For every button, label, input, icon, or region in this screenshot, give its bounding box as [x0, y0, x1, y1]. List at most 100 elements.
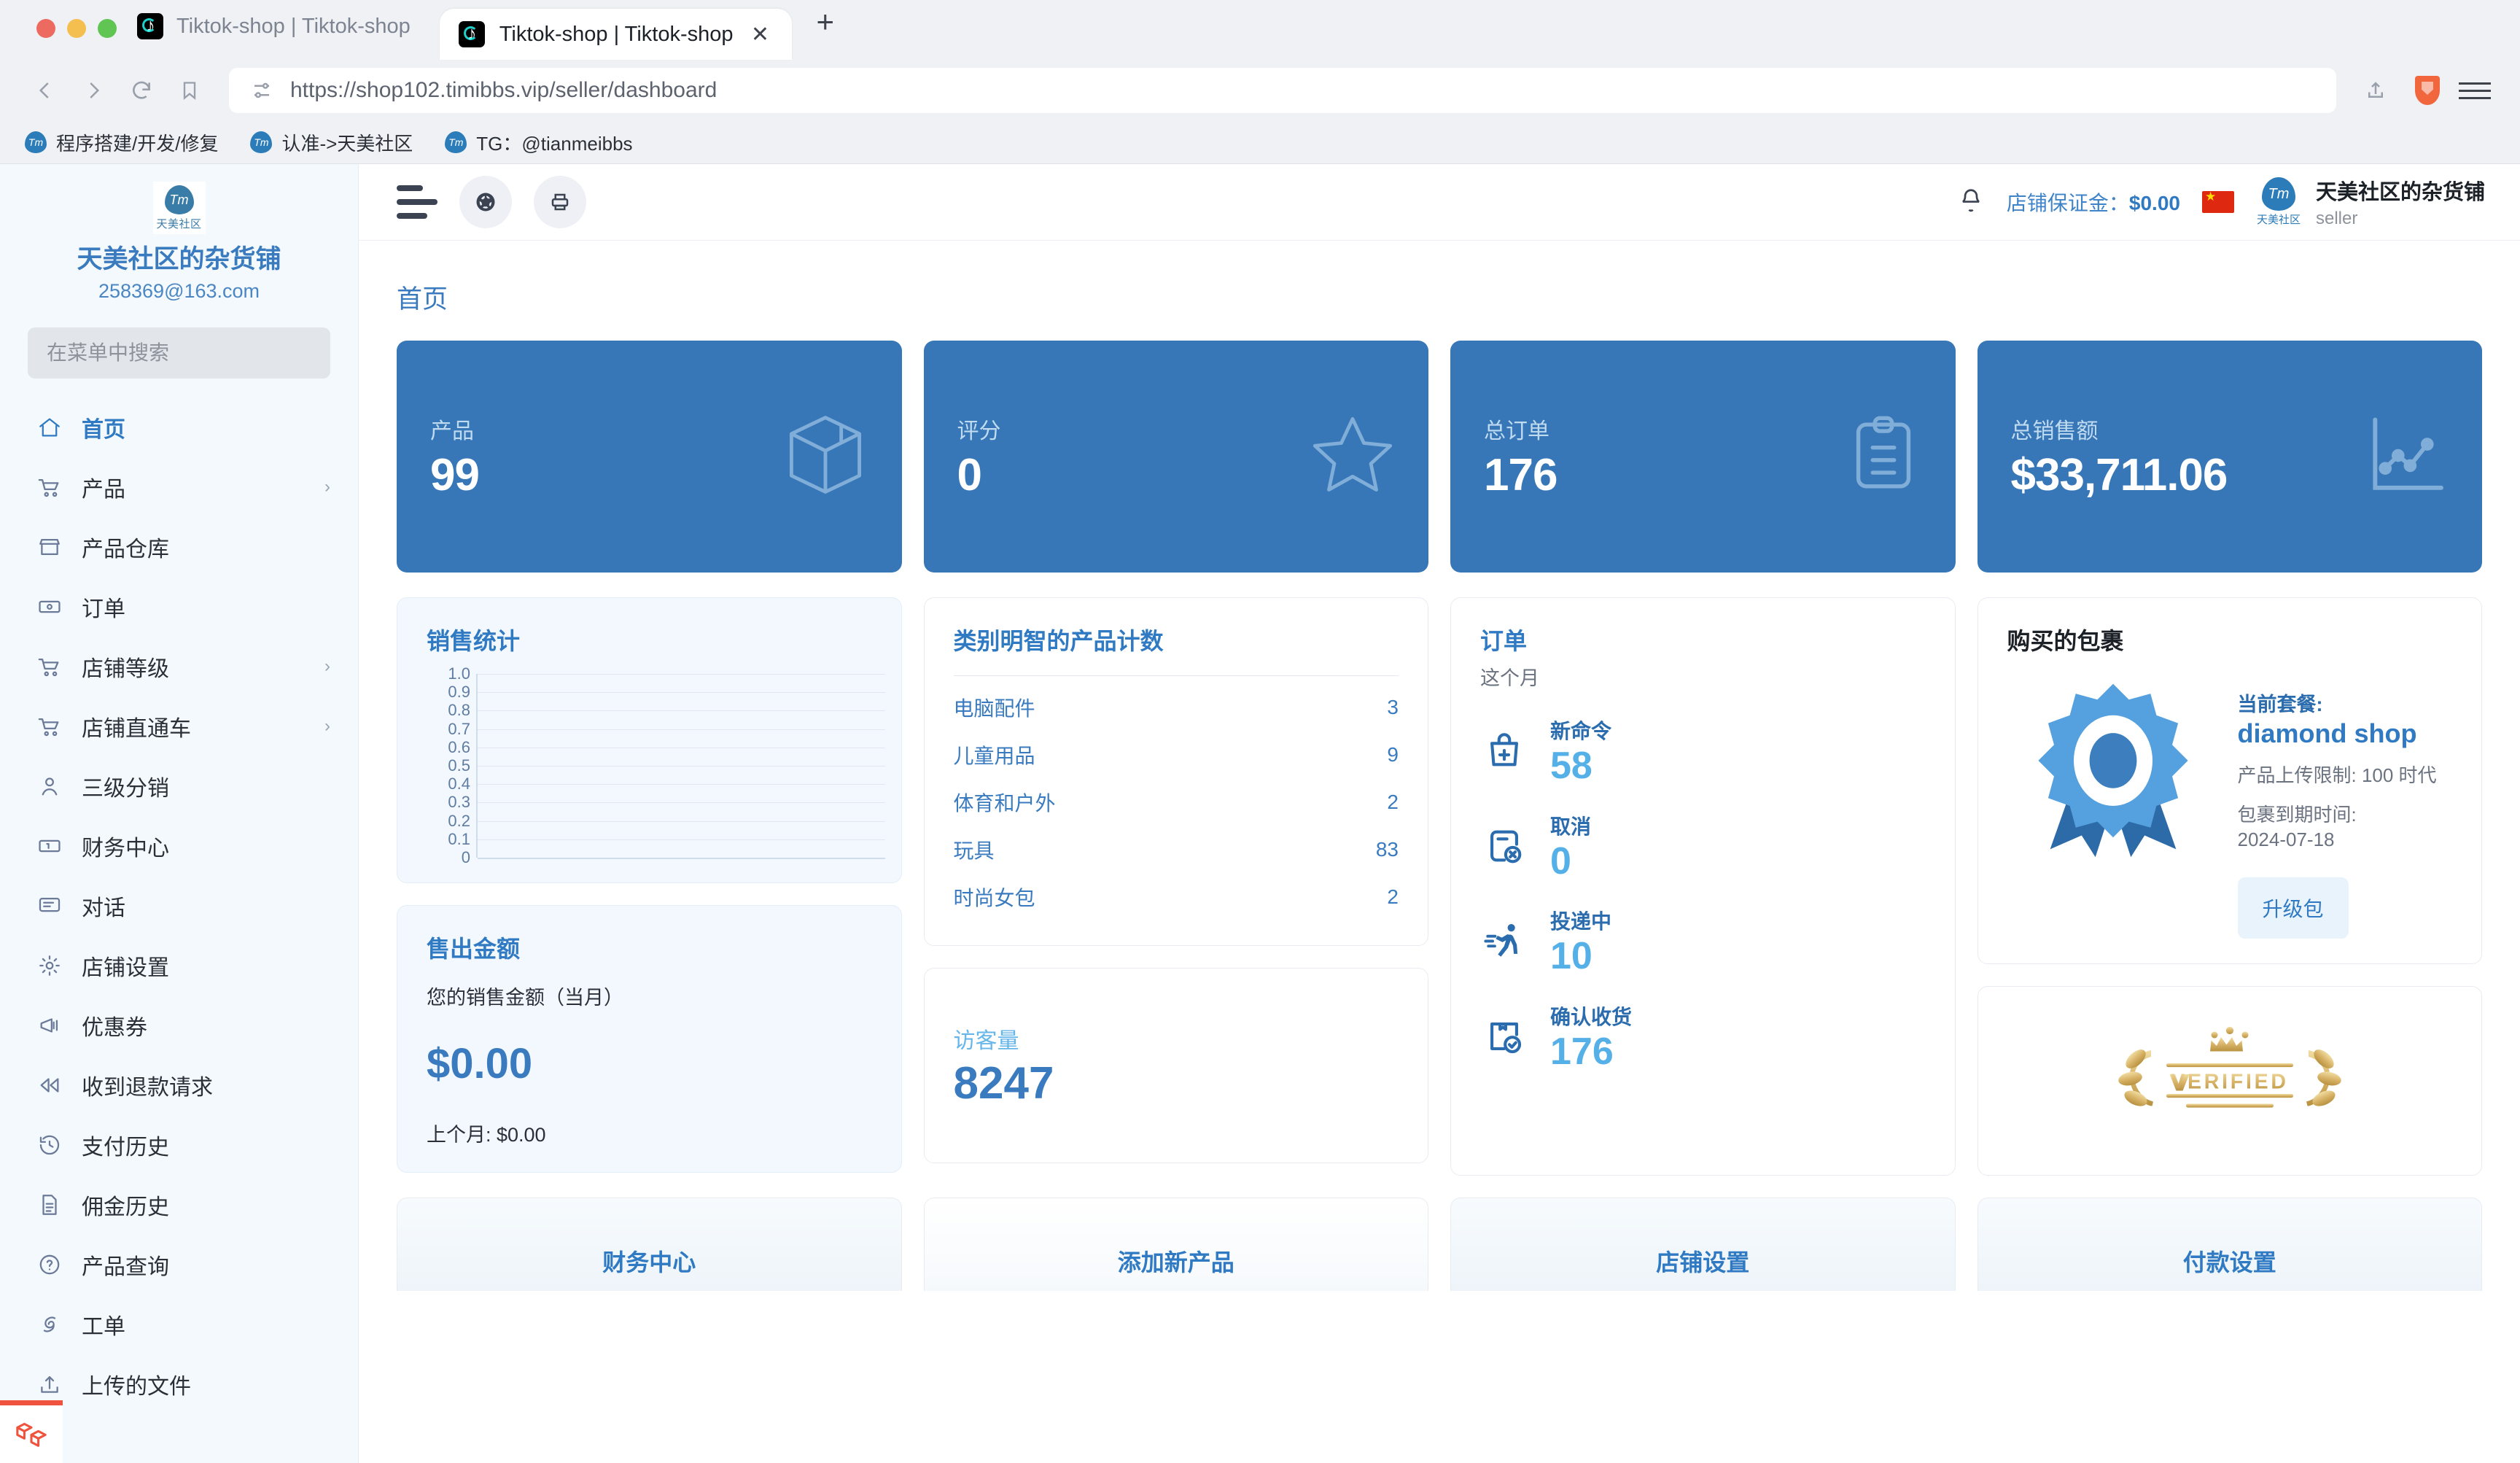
- quick-action-button[interactable]: 添加新产品: [923, 1197, 1428, 1291]
- order-stat-row[interactable]: 新命令 58: [1480, 715, 1926, 786]
- sidebar-item-7[interactable]: 财务中心: [0, 816, 358, 876]
- dashboard-panels-grid: 销售统计 1.0 0.9 0.8 0.7 0.6 0.5 0.4 0.3 0.2 0.1 0 售出金…: [359, 573, 2520, 1176]
- category-count: 9: [1387, 742, 1399, 766]
- category-row[interactable]: 玩具 83: [954, 826, 1399, 873]
- browser-tab-active[interactable]: Tiktok-shop | Tiktok-shop ✕: [439, 9, 792, 60]
- sidebar-item-9[interactable]: 店铺设置: [0, 936, 358, 996]
- china-flag-icon[interactable]: [2201, 190, 2234, 213]
- sidebar-item-14[interactable]: 产品查询: [0, 1235, 358, 1295]
- bag-plus-icon: [1480, 729, 1528, 772]
- sidebar-item-12[interactable]: 支付历史: [0, 1115, 358, 1175]
- sidebar-shop-name: 天美社区的杂货铺: [77, 245, 281, 273]
- chevron-right-icon[interactable]: ›: [324, 716, 330, 737]
- sidebar-item-5[interactable]: 店铺直通车 ›: [0, 696, 358, 756]
- chart-y-tick: 0.8: [448, 701, 470, 720]
- sold-amount-panel: 售出金额 您的销售金额（当月） $0.00 上个月: $0.00: [397, 905, 902, 1173]
- menu-search-box[interactable]: [28, 327, 330, 379]
- bookmark-item[interactable]: TG：@tianmeibbs: [445, 129, 633, 156]
- sales-statistics-panel: 销售统计 1.0 0.9 0.8 0.7 0.6 0.5 0.4 0.3 0.2 0.1 0: [397, 597, 902, 883]
- shop-logo-text: 天美社区: [156, 217, 202, 230]
- question-icon: [35, 1252, 64, 1277]
- chart-y-tick: 0.7: [448, 719, 470, 738]
- chevron-right-icon[interactable]: ›: [324, 477, 330, 497]
- box-check-icon: [1480, 1015, 1528, 1058]
- printer-icon[interactable]: [534, 176, 586, 228]
- sidebar-item-15[interactable]: 工单: [0, 1295, 358, 1354]
- visitors-panel[interactable]: 访客量 8247: [923, 968, 1428, 1163]
- sidebar-item-13[interactable]: 佣金历史: [0, 1175, 358, 1235]
- quick-action-button[interactable]: 财务中心: [397, 1197, 902, 1291]
- window-controls: [0, 19, 117, 60]
- browser-tab-inactive[interactable]: Tiktok-shop | Tiktok-shop: [117, 12, 431, 60]
- package-expiry-value: 2024-07-18: [2237, 828, 2335, 851]
- stat-card-products[interactable]: 产品 99: [397, 341, 902, 573]
- order-stat-row[interactable]: 确认收货 176: [1480, 1001, 1926, 1072]
- reload-icon[interactable]: [121, 70, 162, 111]
- order-stat-row[interactable]: 投递中 10: [1480, 906, 1926, 977]
- bell-icon[interactable]: [1957, 187, 1985, 218]
- award-ribbon-icon: [2007, 668, 2219, 865]
- hamburger-icon[interactable]: [397, 185, 438, 219]
- cart-icon: [35, 714, 64, 739]
- globe-icon[interactable]: [459, 176, 512, 228]
- category-row[interactable]: 时尚女包 2: [954, 873, 1399, 920]
- bookmark-label: TG：@tianmeibbs: [476, 132, 633, 155]
- chart-gridline: [478, 839, 885, 840]
- sidebar-item-3[interactable]: 订单: [0, 577, 358, 637]
- sidebar-item-6[interactable]: 三级分销: [0, 756, 358, 816]
- user-menu[interactable]: 天美社区 天美社区的杂货铺 seller: [2256, 174, 2485, 230]
- quick-action-button[interactable]: 店铺设置: [1450, 1197, 1956, 1291]
- deposit-value: $0.00: [2128, 192, 2180, 214]
- close-window-button[interactable]: [36, 19, 55, 38]
- chevron-right-icon[interactable]: ›: [324, 656, 330, 677]
- sidebar-item-2[interactable]: 产品仓库: [0, 517, 358, 577]
- close-tab-icon[interactable]: ✕: [748, 22, 773, 47]
- quick-action-button[interactable]: 付款设置: [1977, 1197, 2482, 1291]
- brave-shields-icon[interactable]: [2415, 76, 2440, 105]
- bookmark-item[interactable]: 认准->天美社区: [250, 129, 413, 156]
- chart-gridline: [478, 858, 885, 859]
- dashboard-content: 首页 产品 99 评分 0 总订单 176 总销售额 $33,711.06 销售…: [359, 240, 2520, 1463]
- sidebar-item-1[interactable]: 产品 ›: [0, 457, 358, 517]
- user-role: seller: [2315, 209, 2358, 228]
- order-stat-row[interactable]: 取消 0: [1480, 811, 1926, 882]
- category-name: 时尚女包: [953, 886, 1035, 909]
- sidebar-item-4[interactable]: 店铺等级 ›: [0, 637, 358, 696]
- bookmark-item[interactable]: 程序搭建/开发/修复: [25, 129, 218, 156]
- stat-card-rating[interactable]: 评分 0: [923, 341, 1428, 573]
- chart-y-tick: 0.3: [448, 793, 470, 812]
- back-icon[interactable]: [25, 70, 66, 111]
- cart-icon: [35, 475, 64, 500]
- deposit-label-text: 店铺保证金：: [2006, 192, 2129, 214]
- tab-title: Tiktok-shop | Tiktok-shop: [176, 14, 411, 38]
- chart-y-tick: 0.2: [448, 811, 470, 830]
- share-icon[interactable]: [2355, 70, 2396, 111]
- panel-title: 购买的包裹: [2007, 628, 2124, 654]
- stat-card-total-sales[interactable]: 总销售额 $33,711.06: [1977, 341, 2482, 573]
- maximize-window-button[interactable]: [98, 19, 117, 38]
- sidebar-item-label: 首页: [82, 418, 125, 442]
- browser-menu-icon[interactable]: [2459, 82, 2491, 99]
- sidebar-item-10[interactable]: 优惠券: [0, 996, 358, 1055]
- url-input[interactable]: https://shop102.timibbs.vip/seller/dashb…: [229, 68, 2336, 113]
- new-tab-button[interactable]: +: [792, 4, 835, 60]
- stat-card-total-orders[interactable]: 总订单 176: [1450, 341, 1956, 573]
- bookmarks-bar: 程序搭建/开发/修复 认准->天美社区 TG：@tianmeibbs: [0, 121, 2520, 163]
- minimize-window-button[interactable]: [67, 19, 86, 38]
- menu-search-input[interactable]: [47, 341, 311, 365]
- cart-icon: [35, 654, 64, 679]
- category-row[interactable]: 电脑配件 3: [954, 683, 1399, 731]
- sidebar-item-11[interactable]: 收到退款请求: [0, 1055, 358, 1115]
- upgrade-package-button[interactable]: 升级包: [2237, 877, 2349, 939]
- bookmark-icon[interactable]: [169, 70, 210, 111]
- package-expiry: 包裹到期时间: 2024-07-18: [2238, 803, 2453, 853]
- verified-badge-icon: VERIFIED: [2095, 1024, 2365, 1137]
- category-row[interactable]: 体育和户外 2: [954, 778, 1399, 826]
- sidebar-item-8[interactable]: 对话: [0, 876, 358, 936]
- forward-icon[interactable]: [73, 70, 114, 111]
- sidebar-item-0[interactable]: 首页: [0, 397, 358, 457]
- sidebar-item-label: 佣金历史: [82, 1195, 169, 1219]
- site-settings-icon[interactable]: [249, 70, 274, 111]
- category-row[interactable]: 儿童用品 9: [954, 731, 1399, 778]
- application-viewport: 天美社区 天美社区的杂货铺 258369@163.com 首页产品 › 产品仓库订单…: [0, 163, 2520, 1463]
